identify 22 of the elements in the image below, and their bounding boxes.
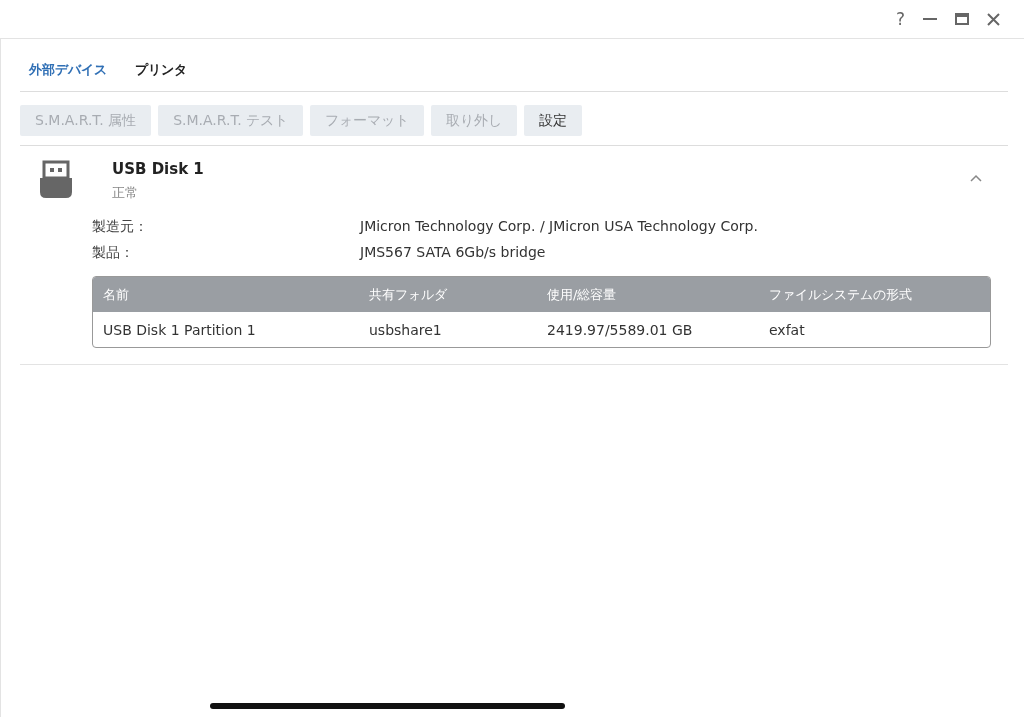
device-name: USB Disk 1 <box>112 160 205 178</box>
toolbar-button[interactable]: 設定 <box>524 105 583 136</box>
column-header: 名前 <box>103 285 130 304</box>
table-cell-text: USB Disk 1 Partition 1 <box>103 321 257 338</box>
table-cell-text: usbshare1 <box>369 321 443 338</box>
table-cell-text: exfat <box>769 321 806 338</box>
column-header: 共有フォルダ <box>369 285 448 304</box>
device-status: 正常 <box>112 184 139 202</box>
column-header: ファイルシステムの形式 <box>769 285 913 304</box>
detail-value: JMS567 SATA 6Gb/s bridge <box>360 244 546 262</box>
maximize-icon[interactable] <box>955 13 969 25</box>
column-header: 使用/総容量 <box>547 285 618 304</box>
detail-label: 製品： <box>92 244 135 262</box>
table-cell-text: 2419.97/5589.01 GB <box>547 321 694 338</box>
tab[interactable]: プリンタ <box>135 61 187 91</box>
close-icon[interactable] <box>987 12 1000 26</box>
help-button[interactable]: ? <box>895 9 905 29</box>
tab[interactable]: 外部デバイス <box>29 61 107 91</box>
detail-value: JMicron Technology Corp. / JMicron USA Technology Corp. <box>360 218 758 236</box>
caret-icon[interactable] <box>970 174 982 182</box>
detail-label: 製造元： <box>92 218 149 236</box>
usb-drive-icon <box>40 160 72 198</box>
